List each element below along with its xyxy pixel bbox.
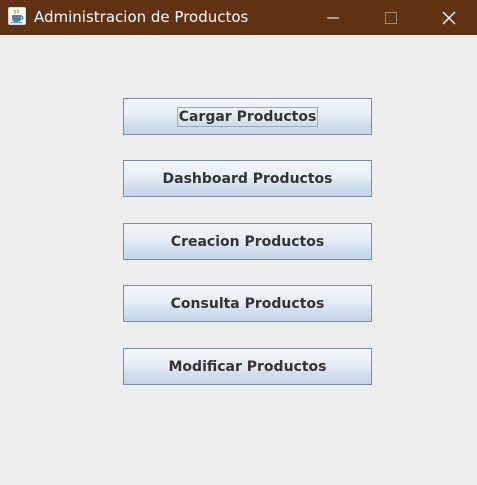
- creacion-productos-label: Creacion Productos: [170, 233, 325, 250]
- cargar-productos-label: Cargar Productos: [176, 106, 319, 127]
- maximize-button[interactable]: [362, 0, 420, 35]
- title-bar[interactable]: Administracion de Productos: [0, 0, 477, 35]
- modificar-productos-button[interactable]: Modificar Productos: [123, 348, 372, 385]
- maximize-icon: [385, 11, 397, 24]
- minimize-icon: [327, 17, 339, 18]
- app-window: Administracion de Productos Cargar Produ…: [0, 0, 477, 485]
- creacion-productos-button[interactable]: Creacion Productos: [123, 223, 372, 260]
- java-coffee-cup-icon[interactable]: [8, 7, 26, 25]
- minimize-button[interactable]: [304, 0, 362, 35]
- cargar-productos-button[interactable]: Cargar Productos: [123, 98, 372, 135]
- modificar-productos-label: Modificar Productos: [168, 358, 327, 375]
- window-title: Administracion de Productos: [34, 8, 249, 26]
- close-icon: [442, 11, 456, 24]
- close-button[interactable]: [420, 0, 477, 35]
- dashboard-productos-label: Dashboard Productos: [162, 170, 333, 187]
- dashboard-productos-button[interactable]: Dashboard Productos: [123, 160, 372, 197]
- consulta-productos-label: Consulta Productos: [170, 295, 325, 312]
- consulta-productos-button[interactable]: Consulta Productos: [123, 285, 372, 322]
